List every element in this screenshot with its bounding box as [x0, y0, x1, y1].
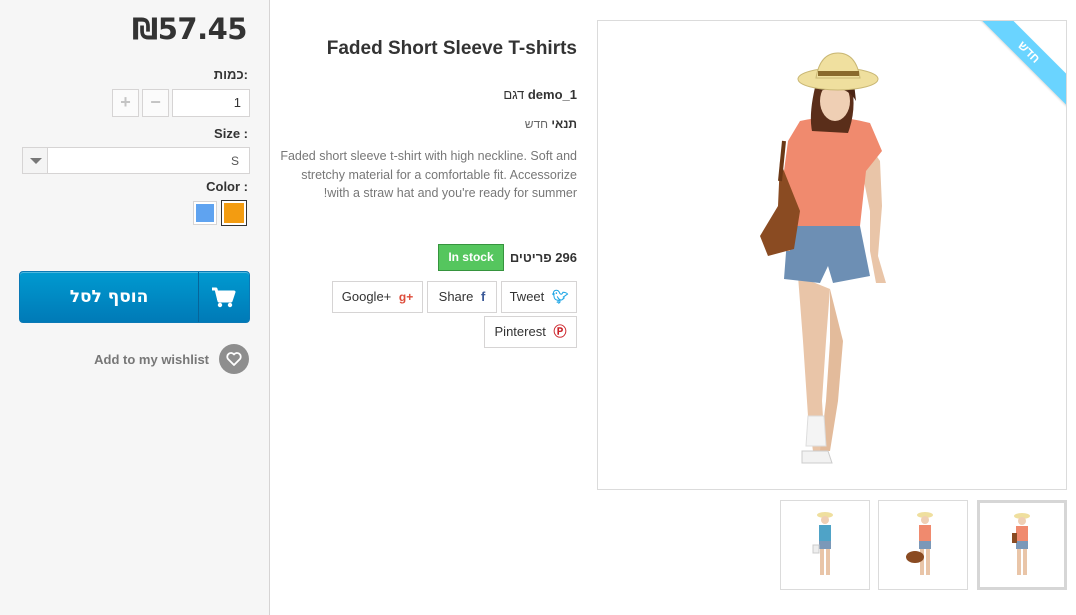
quantity-minus-button[interactable]: −	[142, 89, 169, 117]
condition-label: תנאי	[551, 117, 577, 131]
thumb-orange-top-hat-image	[1012, 513, 1030, 575]
thumb-blue-top-image	[812, 512, 833, 575]
quantity-label: כמות:	[213, 67, 248, 82]
chevron-down-icon	[23, 148, 48, 173]
facebook-icon: f	[480, 289, 486, 304]
size-selected-value: S	[230, 154, 239, 168]
product-price: ₪57.45	[132, 12, 247, 46]
color-swatch-blue[interactable]	[193, 201, 217, 225]
wishlist-link[interactable]: Add to my wishlist	[94, 352, 209, 367]
share-label: Share	[438, 289, 474, 304]
color-label: Color :	[206, 179, 248, 194]
facebook-share-button[interactable]: Share f	[427, 281, 497, 313]
quantity-available: 296 פריטים	[510, 250, 577, 265]
heart-icon[interactable]	[219, 344, 249, 374]
condition-value: חדש	[524, 117, 549, 131]
thumbnail-3-selected[interactable]	[977, 500, 1067, 590]
quantity-count: 296	[555, 250, 577, 265]
twitter-icon: 🐦︎	[551, 289, 569, 304]
quantity-unit: פריטים	[509, 250, 552, 265]
google-plus-icon: g+	[398, 290, 414, 304]
thumbnail-1[interactable]	[780, 500, 870, 590]
product-description: Faded short sleeve t-shirt with high nec…	[280, 149, 577, 200]
quantity-plus-button[interactable]: +	[112, 89, 139, 117]
reference-label: דגם	[503, 87, 525, 102]
add-to-cart-button[interactable]: הוסף לסל	[19, 271, 250, 323]
size-select[interactable]: S	[22, 147, 250, 174]
pinterest-icon: Ⓟ	[553, 324, 567, 339]
google-plus-button[interactable]: Google+ g+	[332, 281, 423, 313]
color-swatch-orange[interactable]	[221, 200, 247, 226]
pinterest-label: Pinterest	[494, 324, 546, 339]
thumbnail-2[interactable]	[878, 500, 968, 590]
reference-value: demo_1	[527, 87, 577, 102]
add-to-cart-label: הוסף לסל	[69, 287, 149, 307]
product-title: Faded Short Sleeve T-shirts	[326, 38, 577, 59]
thumb-orange-top-bag-image	[906, 512, 933, 575]
tweet-button[interactable]: Tweet 🐦︎	[501, 281, 577, 313]
product-page: ₪57.45 כמות: + − 1 Size : S Color : הוסף…	[0, 0, 1076, 615]
model-image	[760, 52, 886, 464]
quantity-input[interactable]: 1	[172, 89, 250, 117]
pinterest-button[interactable]: Pinterest Ⓟ	[484, 316, 577, 348]
product-main-image[interactable]: חדש	[597, 20, 1067, 490]
google-label: Google+	[341, 289, 392, 304]
buy-box: ₪57.45 כמות: + − 1 Size : S Color : הוסף…	[0, 0, 270, 615]
shopping-cart-icon	[198, 272, 249, 322]
product-reference: דגם demo_1	[503, 87, 577, 102]
product-condition: תנאי חדש	[525, 117, 577, 131]
tweet-label: Tweet	[509, 289, 545, 304]
availability-badge: In stock	[438, 244, 504, 271]
size-label: Size :	[214, 126, 248, 141]
